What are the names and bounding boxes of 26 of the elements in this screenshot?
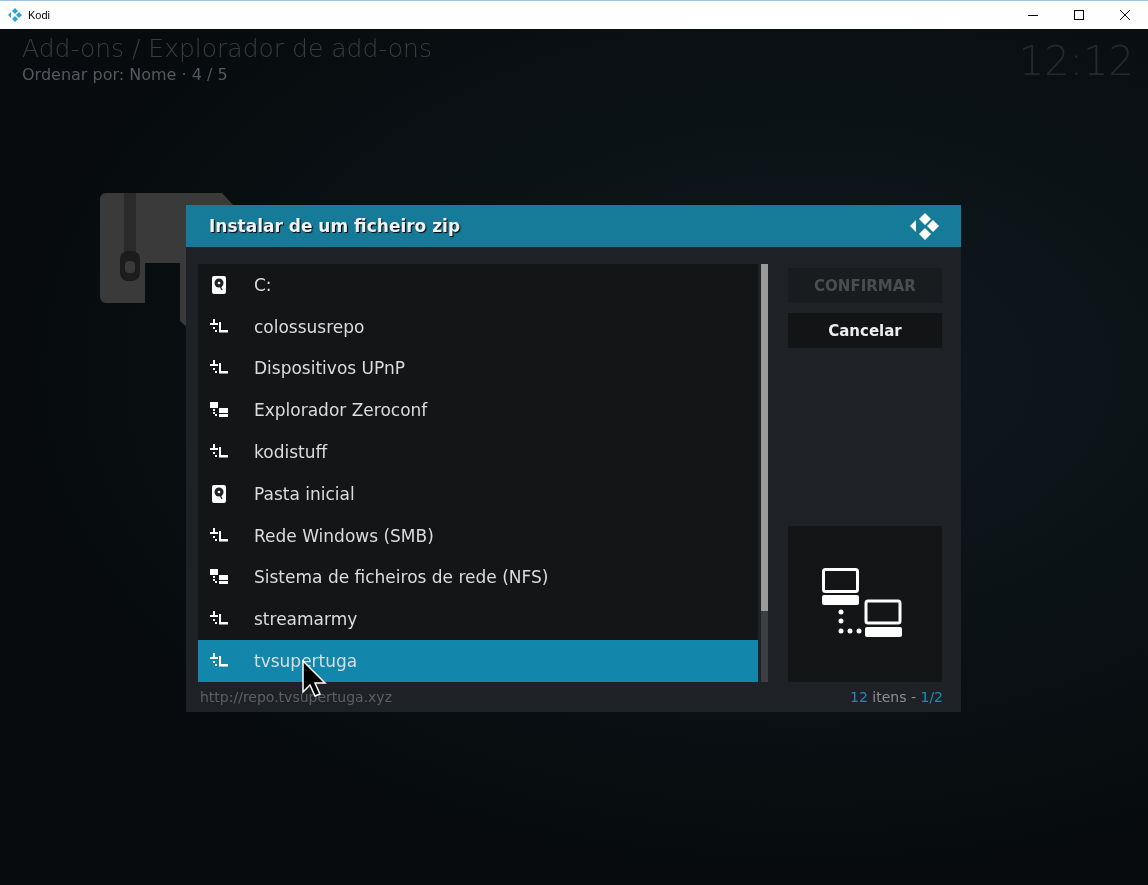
selected-path: http://repo.tvsupertuga.xyz bbox=[200, 689, 392, 705]
source-list-item[interactable]: streamarmy bbox=[198, 598, 758, 641]
maximize-icon bbox=[1074, 10, 1084, 20]
sort-info: Ordenar por: Nome · 4 / 5 bbox=[22, 65, 229, 85]
scrollbar-thumb[interactable] bbox=[761, 264, 768, 611]
app-logo-icon bbox=[909, 211, 939, 241]
source-list-item[interactable]: Dispositivos UPnP bbox=[198, 347, 758, 390]
network-icon bbox=[210, 401, 228, 420]
network-icon bbox=[210, 526, 228, 545]
source-list-item[interactable]: Explorador Zeroconf bbox=[198, 389, 758, 432]
close-icon bbox=[1120, 10, 1130, 20]
network-icon bbox=[210, 317, 228, 336]
source-list-item[interactable]: Sistema de ficheiros de rede (NFS) bbox=[198, 556, 758, 599]
source-list-item[interactable]: C: bbox=[198, 264, 758, 306]
dialog-button[interactable]: Cancelar bbox=[788, 313, 942, 348]
source-list-item[interactable]: Rede Windows (SMB) bbox=[198, 514, 758, 557]
network-icon bbox=[210, 568, 228, 587]
source-list-item[interactable]: Pasta inicial bbox=[198, 473, 758, 515]
window-title: Kodi bbox=[28, 9, 52, 21]
source-list-item[interactable]: kodistuff bbox=[198, 431, 758, 473]
hard-drive-icon bbox=[210, 484, 228, 503]
source-list-item[interactable]: colossusrepo bbox=[198, 305, 758, 348]
app-logo-icon bbox=[8, 8, 22, 22]
hard-drive-icon bbox=[210, 275, 228, 294]
dialog-title: Instalar de um ficheiro zip bbox=[209, 216, 461, 236]
item-count: 12 itens - 1/2 bbox=[850, 689, 943, 705]
